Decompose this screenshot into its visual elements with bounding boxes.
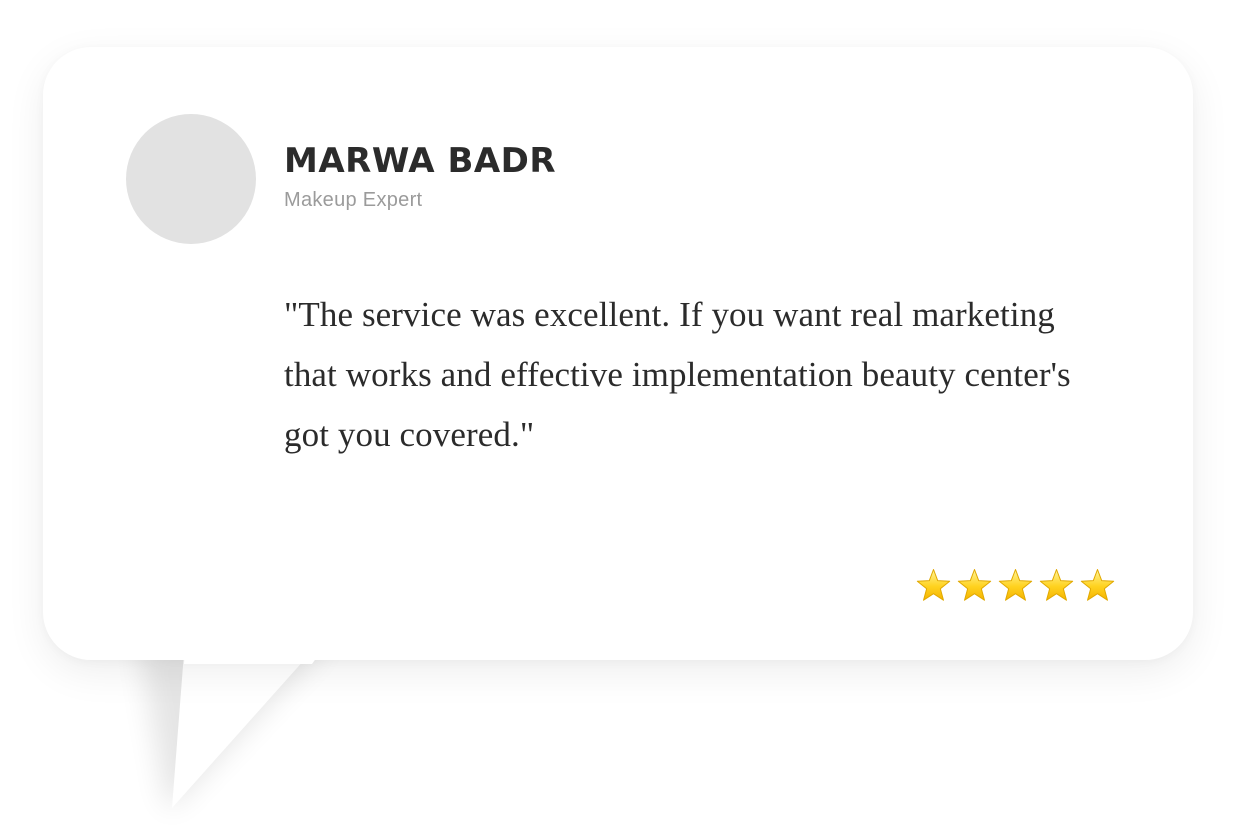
star-icon: [1080, 569, 1115, 601]
star-icon: [998, 569, 1033, 601]
reviewer-name: MARWA BADR: [284, 141, 557, 181]
star-icon: [957, 569, 992, 601]
testimonial-stage: MARWA BADR Makeup Expert "The service wa…: [0, 0, 1241, 837]
star-rating: [916, 568, 1115, 603]
star-icon: [916, 569, 951, 601]
avatar: [126, 114, 256, 244]
review-text: "The service was excellent. If you want …: [284, 295, 1071, 454]
reviewer-role: Makeup Expert: [284, 189, 423, 211]
star-icon: [1039, 569, 1074, 601]
